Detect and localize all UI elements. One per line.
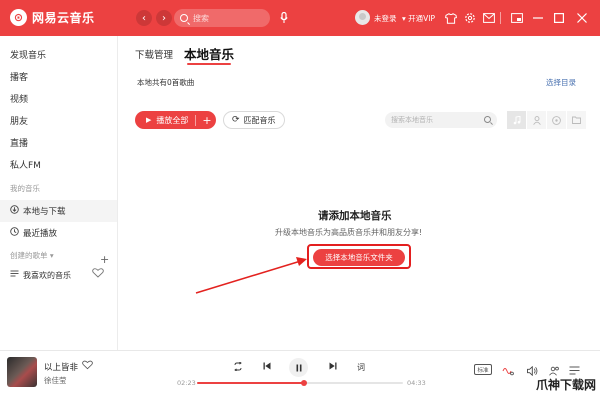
- sidebar-item-friends[interactable]: 朋友: [10, 114, 28, 127]
- view-songs-toggle[interactable]: [507, 111, 526, 129]
- quality-badge[interactable]: 标准: [474, 364, 492, 375]
- sound-effect-icon[interactable]: [502, 366, 514, 378]
- heart-mode-icon[interactable]: [92, 268, 104, 278]
- person-icon: [532, 115, 541, 125]
- next-track-icon[interactable]: [329, 362, 337, 370]
- play-all-divider: [195, 114, 197, 126]
- match-music-button[interactable]: ⟳ 匹配音乐: [223, 111, 285, 129]
- pause-icon: [296, 364, 301, 371]
- add-to-queue-plus-icon[interactable]: +: [202, 114, 211, 127]
- sidebar-item-label: 我喜欢的音乐: [23, 271, 71, 280]
- created-playlists-label: 创建的歌单: [10, 251, 48, 260]
- back-button[interactable]: ‹: [136, 10, 152, 26]
- progress-fill: [197, 382, 305, 384]
- total-time: 04:33: [407, 379, 426, 387]
- song-artist[interactable]: 徐佳莹: [44, 375, 67, 386]
- search-icon: [180, 14, 188, 22]
- maximize-icon[interactable]: [552, 11, 566, 25]
- title-bar: ⊙ 网易云音乐 ‹ › 未登录 ▾ 开通VIP: [0, 0, 600, 36]
- voice-search-button[interactable]: [277, 10, 291, 26]
- current-time: 02:23: [177, 379, 196, 387]
- search-input[interactable]: [193, 13, 263, 23]
- album-icon: [552, 115, 561, 125]
- play-icon: ▶: [146, 116, 152, 124]
- like-heart-icon[interactable]: [82, 360, 93, 373]
- local-search-input[interactable]: [391, 116, 479, 124]
- sidebar-item-favorites[interactable]: 我喜欢的音乐: [10, 269, 71, 281]
- mail-icon[interactable]: [482, 11, 496, 25]
- empty-state-title: 请添加本地音乐: [318, 210, 392, 222]
- choose-folder-button[interactable]: 选择本地音乐文件夹: [313, 249, 405, 266]
- active-tab-indicator: [187, 63, 231, 65]
- download-icon: [10, 205, 20, 216]
- sidebar-item-label: 本地与下载: [23, 207, 66, 217]
- search-box[interactable]: [174, 9, 270, 27]
- sidebar-item-label: 最近播放: [23, 229, 58, 239]
- sidebar-item-discover[interactable]: 发现音乐: [10, 48, 46, 61]
- sidebar-item-live[interactable]: 直播: [10, 136, 28, 149]
- album-cover[interactable]: [7, 357, 37, 387]
- created-playlists-heading[interactable]: 创建的歌单 ▾: [10, 250, 54, 261]
- tab-local-music[interactable]: 本地音乐: [184, 44, 234, 63]
- watermark: 爪神下载网: [534, 376, 599, 393]
- app-name: 网易云音乐: [32, 11, 95, 25]
- forward-button[interactable]: ›: [156, 10, 172, 26]
- create-playlist-plus-icon[interactable]: +: [100, 253, 109, 266]
- sidebar-item-fm[interactable]: 私人FM: [10, 158, 41, 171]
- chevron-down-icon: ▾: [49, 251, 54, 260]
- pause-button[interactable]: [289, 358, 308, 377]
- tab-download-manager[interactable]: 下载管理: [135, 47, 173, 61]
- app-logo[interactable]: ⊙ 网易云音乐: [10, 9, 95, 26]
- tshirt-icon[interactable]: [444, 11, 458, 25]
- select-directory-link[interactable]: 选择目录: [546, 77, 576, 88]
- progress-bar[interactable]: [197, 382, 403, 384]
- loop-mode-icon[interactable]: [233, 362, 243, 371]
- sidebar-item-video[interactable]: 视频: [10, 92, 28, 105]
- view-albums-toggle[interactable]: [547, 111, 566, 129]
- search-icon: [484, 116, 491, 123]
- sidebar-item-recent[interactable]: 最近播放: [10, 227, 57, 239]
- close-icon[interactable]: [575, 11, 589, 25]
- refresh-icon: ⟳: [232, 115, 240, 125]
- folder-icon: [572, 116, 581, 124]
- sidebar: 发现音乐 播客 视频 朋友 直播 私人FM 我的音乐 本地与下载 最近播放 创建…: [0, 36, 118, 350]
- lyrics-button[interactable]: 词: [357, 362, 365, 373]
- mini-mode-icon[interactable]: [510, 11, 524, 25]
- empty-state-subtitle: 升级本地音乐为高品质音乐并和朋友分享!: [275, 228, 423, 237]
- login-link[interactable]: 未登录: [374, 13, 397, 24]
- minimize-icon[interactable]: [531, 11, 545, 25]
- avatar[interactable]: [355, 10, 370, 25]
- vip-label: 开通VIP: [408, 14, 436, 23]
- sidebar-item-podcast[interactable]: 播客: [10, 70, 28, 83]
- microphone-icon: [280, 12, 288, 23]
- match-music-label: 匹配音乐: [243, 115, 276, 125]
- play-all-label: 播放全部: [156, 115, 189, 125]
- local-song-count: 本地共有0首歌曲: [137, 78, 195, 87]
- vip-link[interactable]: ▾ 开通VIP: [402, 13, 435, 24]
- previous-track-icon[interactable]: [263, 362, 271, 370]
- clock-icon: [10, 227, 20, 238]
- play-all-button[interactable]: ▶ 播放全部 +: [135, 111, 216, 129]
- music-note-icon: [513, 115, 520, 124]
- view-folders-toggle[interactable]: [567, 111, 586, 129]
- titlebar-divider: [500, 12, 501, 24]
- song-title[interactable]: 以上皆非: [44, 361, 78, 373]
- view-artists-toggle[interactable]: [527, 111, 546, 129]
- local-search-box[interactable]: [385, 112, 497, 128]
- my-music-heading: 我的音乐: [10, 184, 40, 193]
- settings-icon[interactable]: [463, 11, 477, 25]
- sidebar-item-local-download[interactable]: 本地与下载: [10, 205, 66, 217]
- music-list-icon: [10, 269, 20, 280]
- netease-logo-icon: ⊙: [10, 9, 27, 26]
